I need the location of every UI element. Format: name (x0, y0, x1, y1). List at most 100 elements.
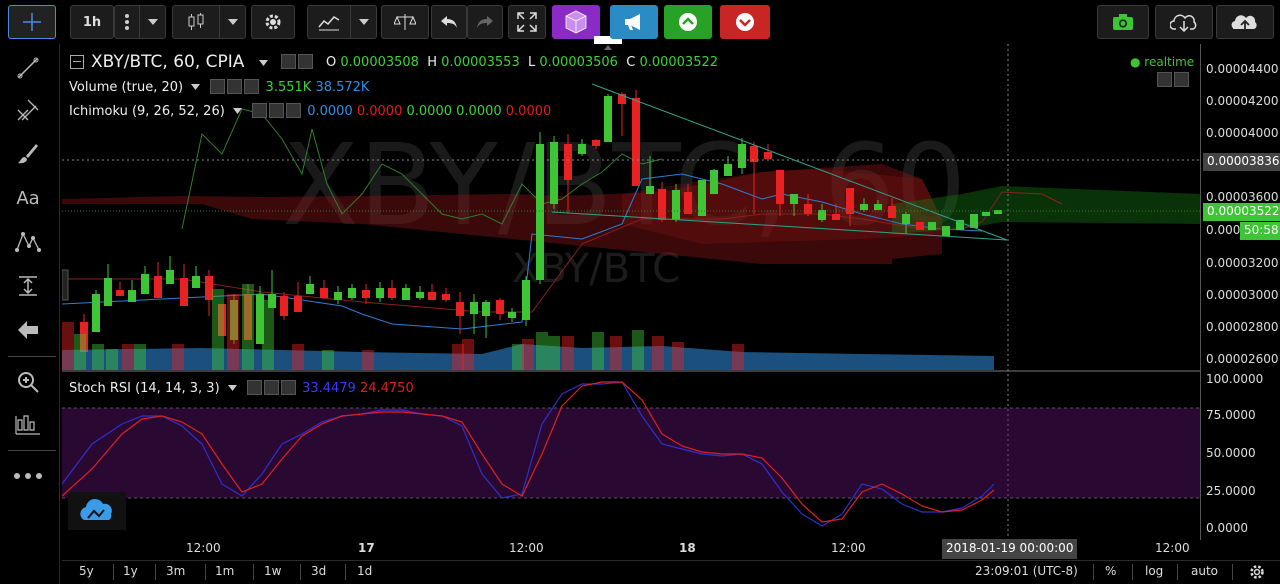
chevron-down-icon (259, 60, 268, 66)
candle-body (874, 204, 882, 210)
candle-body (402, 288, 410, 300)
data-window-tool[interactable] (8, 408, 48, 444)
ichimoku-label: Ichimoku (9, 26, 52, 26) (69, 104, 225, 119)
range-button-1y[interactable]: 1y (123, 564, 138, 578)
range-button-1d[interactable]: 1d (357, 564, 372, 578)
settings-button[interactable] (251, 5, 295, 39)
arrow-down-icon[interactable] (1157, 72, 1172, 87)
cube-button[interactable] (552, 5, 600, 39)
ichimoku-legend[interactable]: Ichimoku (9, 26, 52, 26) 0.0000 0.0000 0… (69, 103, 551, 119)
candle-body (154, 276, 162, 298)
range-button-1m[interactable]: 1m (215, 564, 234, 578)
trend-line-tool[interactable] (8, 50, 48, 86)
countdown-label: 50:58 (1240, 222, 1280, 240)
stoch-legend[interactable]: Stoch RSI (14, 14, 3, 3) 33.4479 24.4750 (69, 380, 414, 396)
interval-button[interactable]: 1h (70, 5, 114, 39)
remove-drawings-tool[interactable] (8, 312, 48, 348)
percent-toggle[interactable]: % (1105, 564, 1116, 578)
gear-icon[interactable] (298, 54, 313, 69)
volume-bar (632, 330, 644, 370)
gear-icon[interactable] (263, 380, 279, 395)
chart-menu-icon[interactable] (70, 55, 84, 69)
symbol-title[interactable]: XBY/BTC, 60, CPIA (91, 52, 244, 72)
zoom-icon (18, 372, 39, 393)
text-tool[interactable]: Aa (8, 180, 48, 216)
symbol-menu-caret[interactable] (259, 55, 268, 70)
ichimoku-lead2: 0.0000 (505, 104, 552, 119)
close-value: 0.00003522 (639, 55, 719, 70)
range-button-3m[interactable]: 3m (166, 564, 185, 578)
eye-icon[interactable] (281, 54, 296, 69)
more-button[interactable] (114, 5, 140, 39)
price-tick: 0.00002600 (1206, 352, 1279, 366)
candle-body (776, 170, 784, 204)
pattern-tool[interactable] (8, 224, 48, 260)
time-tick: 17 (358, 541, 375, 555)
indicators-button[interactable] (307, 5, 351, 39)
gear-icon[interactable] (227, 79, 243, 94)
stoch-tick: 100.0000 (1206, 372, 1264, 386)
chart-type-button[interactable] (172, 5, 220, 39)
tradingview-logo[interactable] (68, 492, 126, 530)
range-button-3d[interactable]: 3d (311, 564, 326, 578)
candle-body (982, 212, 990, 216)
price-tick: 0.000 (1206, 223, 1241, 237)
candle-body (684, 192, 692, 214)
volume-bar (536, 332, 548, 370)
indicators-dropdown[interactable] (351, 5, 377, 39)
volume-bar (652, 336, 664, 370)
range-divider (155, 564, 156, 580)
interval-dropdown[interactable] (140, 5, 166, 39)
low-value: 0.00003506 (539, 55, 618, 70)
range-divider (205, 564, 206, 580)
undo-button[interactable] (431, 5, 467, 39)
chart-type-dropdown[interactable] (220, 5, 246, 39)
volume-bar (610, 336, 622, 370)
range-button-5y[interactable]: 5y (79, 564, 94, 578)
fib-tool[interactable] (8, 92, 48, 128)
redo-button[interactable] (467, 5, 503, 39)
scroll-down-button[interactable] (720, 5, 770, 39)
volume-bar (62, 322, 74, 370)
gear-icon[interactable] (269, 103, 285, 118)
eye-icon[interactable] (210, 79, 226, 94)
drawing-toolbar: Aa (0, 44, 60, 584)
eye-icon[interactable] (246, 380, 262, 395)
volume-bar (562, 336, 574, 370)
ichimoku-base: 0.0000 (356, 104, 403, 119)
text-icon: Aa (16, 187, 40, 209)
close-icon[interactable] (244, 79, 260, 94)
stoch-d-value: 24.4750 (359, 381, 414, 396)
more-tools[interactable] (8, 458, 48, 494)
measure-tool[interactable] (8, 268, 48, 304)
close-icon[interactable] (280, 380, 296, 395)
range-button-1w[interactable]: 1w (264, 564, 281, 578)
brush-tool[interactable] (8, 136, 48, 172)
symbol-legend-buttons[interactable] (281, 54, 315, 70)
auto-toggle[interactable]: auto (1191, 564, 1218, 578)
volume-ma-value: 38.572K (315, 80, 370, 95)
screenshot-button[interactable] (1097, 5, 1149, 39)
candle-body (942, 226, 950, 236)
volume-bar (548, 336, 560, 370)
compare-button[interactable] (381, 5, 429, 39)
range-divider (113, 564, 114, 580)
log-toggle[interactable]: log (1145, 564, 1163, 578)
chart-settings-button[interactable] (1248, 563, 1266, 584)
crosshair-tool-button[interactable] (8, 5, 56, 39)
scale-buttons[interactable] (1157, 72, 1191, 88)
arrow-down-double-icon[interactable] (1174, 72, 1189, 87)
announcement-button[interactable] (610, 5, 658, 39)
load-layout-button[interactable] (1155, 5, 1213, 39)
last-price-label: 0.00003522 (1203, 203, 1280, 221)
save-layout-button[interactable] (1216, 5, 1274, 39)
fullscreen-button[interactable] (508, 5, 546, 39)
volume-legend[interactable]: Volume (true, 20) 3.551K 38.572K (69, 79, 369, 95)
close-icon[interactable] (286, 103, 302, 118)
volume-bar (262, 300, 274, 370)
zoom-tool[interactable] (8, 364, 48, 400)
eye-icon[interactable] (252, 103, 268, 118)
candle-body (294, 296, 302, 312)
down-icon (736, 13, 754, 31)
scroll-up-button[interactable] (664, 5, 712, 39)
